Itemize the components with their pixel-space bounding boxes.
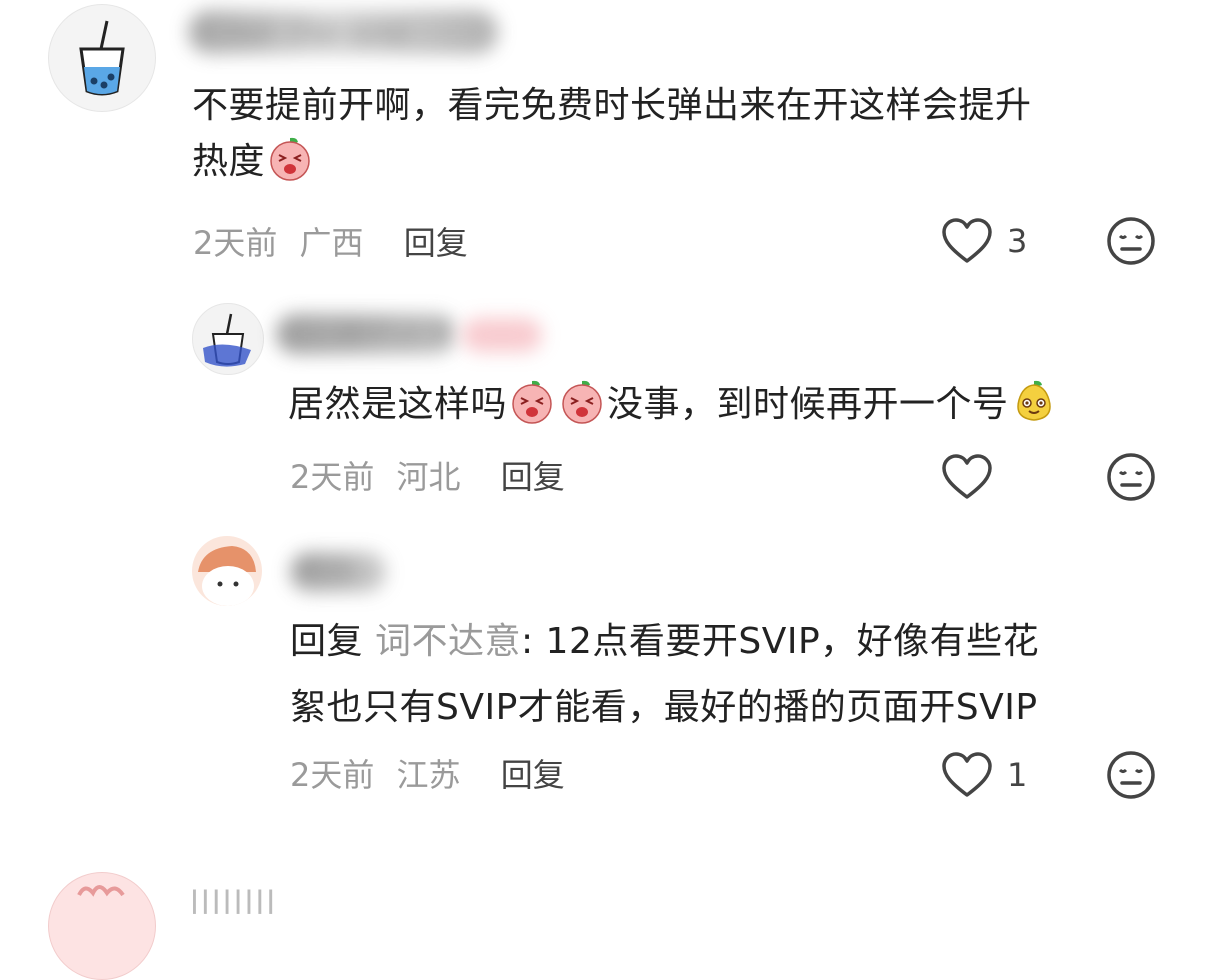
- like-count: 1: [1007, 756, 1028, 794]
- reply-text: 回复 词不达意: 12点看要开SVIP，好像有些花 絮也只有SVIP才能看，最好…: [290, 621, 1040, 728]
- avatar[interactable]: [192, 303, 264, 375]
- avatar[interactable]: [48, 4, 156, 112]
- meh-face-icon: [1107, 751, 1155, 799]
- username[interactable]: I not the one: [188, 10, 498, 54]
- timestamp: 2天前: [290, 458, 375, 496]
- crying-peach-emoji: [270, 137, 310, 181]
- reply-meta: 2天前 江苏 回复: [290, 750, 565, 796]
- comment-meta: 2天前 广西 回复: [193, 218, 468, 264]
- bubble-tea-icon: [203, 313, 251, 367]
- reply-button[interactable]: 回复: [404, 224, 468, 262]
- username-badge: [462, 318, 542, 352]
- reply-prefix: 回复: [290, 621, 364, 662]
- reply-target-user[interactable]: 词不达意: [375, 621, 521, 662]
- dislike-button[interactable]: [1106, 750, 1156, 804]
- heart-icon: [942, 454, 992, 499]
- cartoon-avatar-icon: [198, 546, 256, 606]
- heart-icon: [942, 752, 992, 797]
- heart-icon: [942, 218, 992, 263]
- cartoon-avatar-icon: [77, 885, 125, 897]
- reply-text: 居然是这样吗 没事，到时候再开一个号: [288, 377, 1188, 433]
- location: 河北: [396, 458, 461, 496]
- like-button[interactable]: [941, 450, 1007, 504]
- username[interactable]: 阿白: [290, 552, 386, 592]
- location: 江苏: [396, 756, 461, 794]
- username[interactable]: 词不达意: [276, 314, 456, 354]
- location: 广西: [299, 224, 364, 262]
- avatar[interactable]: [48, 872, 156, 980]
- username[interactable]: llllllll: [190, 884, 277, 922]
- meh-face-icon: [1107, 217, 1155, 265]
- crying-peach-emoji: [562, 380, 602, 424]
- meh-face-icon: [1107, 453, 1155, 501]
- reply-button[interactable]: 回复: [501, 458, 565, 496]
- like-button[interactable]: 1: [941, 748, 1027, 802]
- reply-button[interactable]: 回复: [501, 756, 565, 794]
- bubble-tea-icon: [79, 20, 125, 96]
- crying-peach-emoji: [512, 380, 552, 424]
- smug-pear-emoji: [1016, 380, 1051, 421]
- comment-text: 不要提前开啊，看完免费时长弹出来在开这样会提升 热度: [192, 85, 1032, 182]
- timestamp: 2天前: [193, 224, 278, 262]
- timestamp: 2天前: [290, 756, 375, 794]
- avatar[interactable]: [192, 536, 262, 606]
- reply-meta: 2天前 河北 回复: [290, 452, 565, 498]
- dislike-button[interactable]: [1106, 452, 1156, 506]
- like-button[interactable]: 3: [941, 214, 1027, 268]
- dislike-button[interactable]: [1106, 216, 1156, 270]
- like-count: 3: [1007, 222, 1028, 260]
